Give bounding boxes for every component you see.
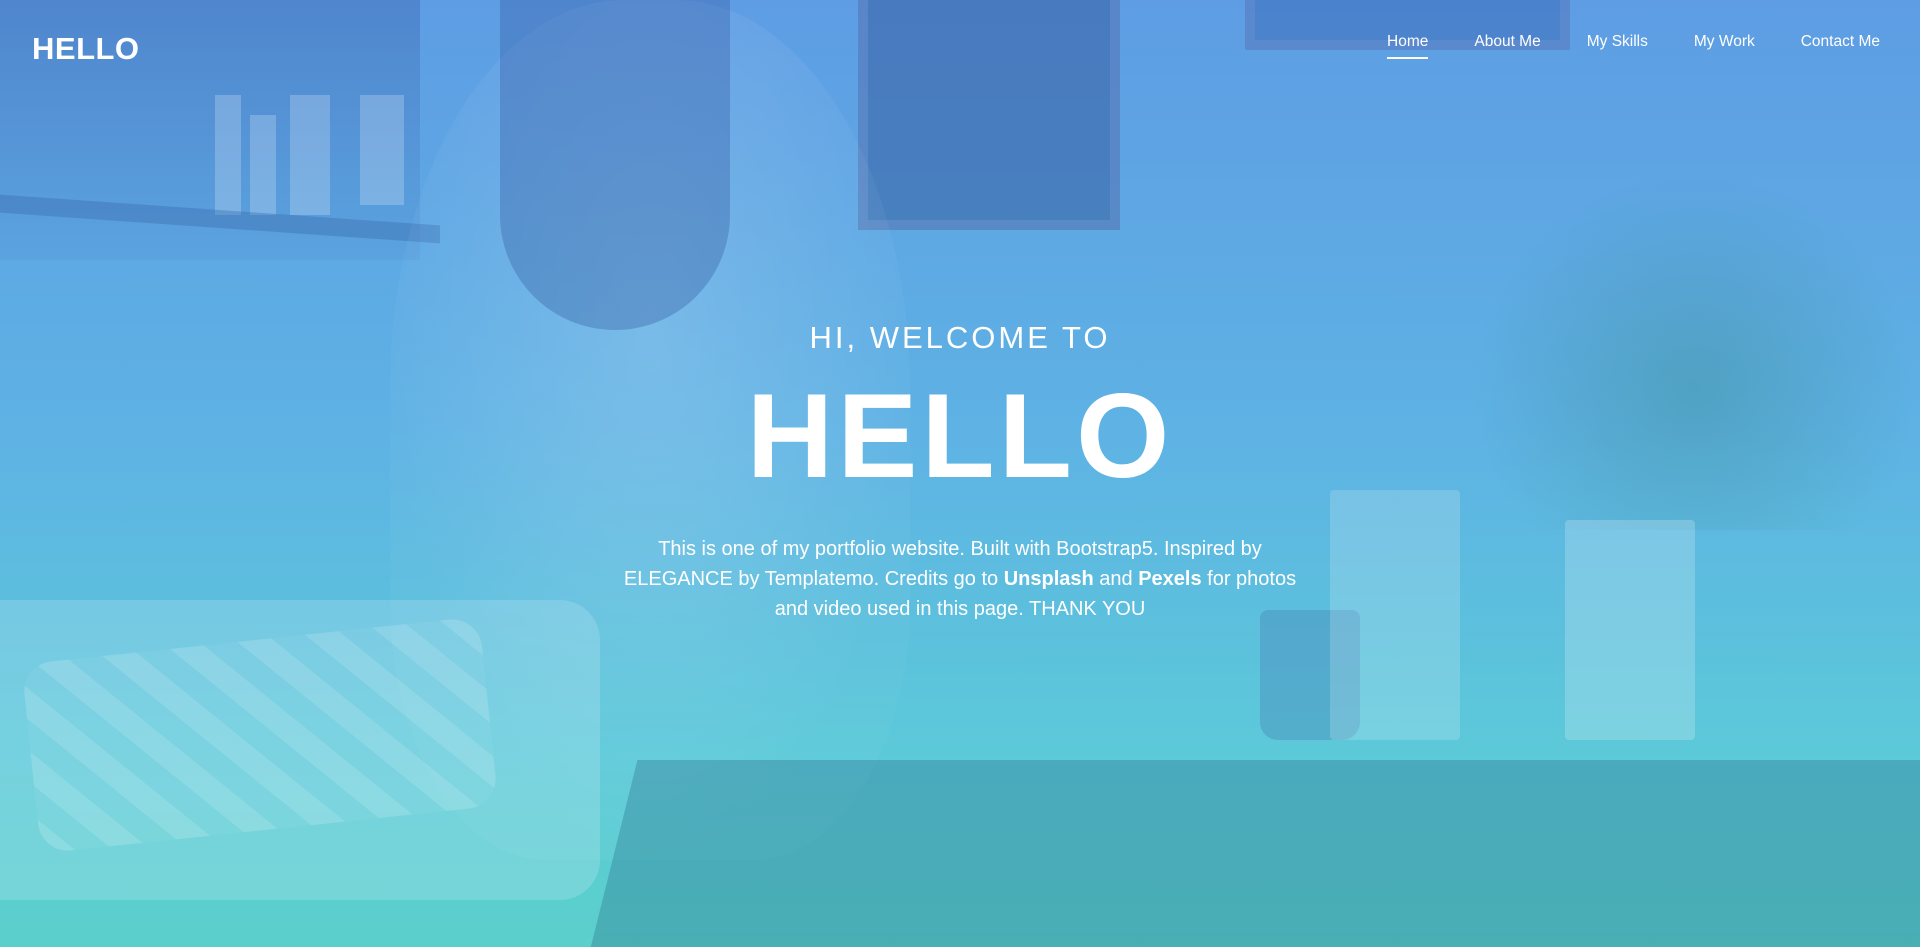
hero-section: HELLO Home About Me My Skills My Work Co… <box>0 0 1920 947</box>
hero-title: HELLO <box>746 369 1174 503</box>
nav-link-my-work[interactable]: My Work <box>1694 33 1755 57</box>
nav-item-home: Home <box>1387 33 1429 59</box>
hero-subtitle: HI, WELCOME TO <box>809 320 1111 355</box>
nav-link-home[interactable]: Home <box>1387 33 1429 59</box>
nav-item-about: About Me <box>1474 33 1540 59</box>
brand-logo-link[interactable]: HELLO <box>32 31 140 67</box>
description-text: and <box>1093 568 1139 590</box>
nav-item-skills: My Skills <box>1587 33 1648 59</box>
hero-content: HI, WELCOME TO HELLO This is one of my p… <box>0 320 1920 624</box>
nav-link-contact-me[interactable]: Contact Me <box>1801 33 1880 57</box>
credit-pexels: Pexels <box>1138 568 1202 590</box>
nav-item-work: My Work <box>1694 33 1755 59</box>
navbar: HELLO Home About Me My Skills My Work Co… <box>0 0 1920 95</box>
credit-unsplash: Unsplash <box>1003 568 1094 590</box>
hero-description: This is one of my portfolio website. Bui… <box>610 534 1310 624</box>
nav-link-my-skills[interactable]: My Skills <box>1587 33 1648 57</box>
nav-link-about-me[interactable]: About Me <box>1474 33 1540 57</box>
nav-item-contact: Contact Me <box>1801 33 1880 59</box>
nav-menu: Home About Me My Skills My Work Contact … <box>1341 33 1880 59</box>
